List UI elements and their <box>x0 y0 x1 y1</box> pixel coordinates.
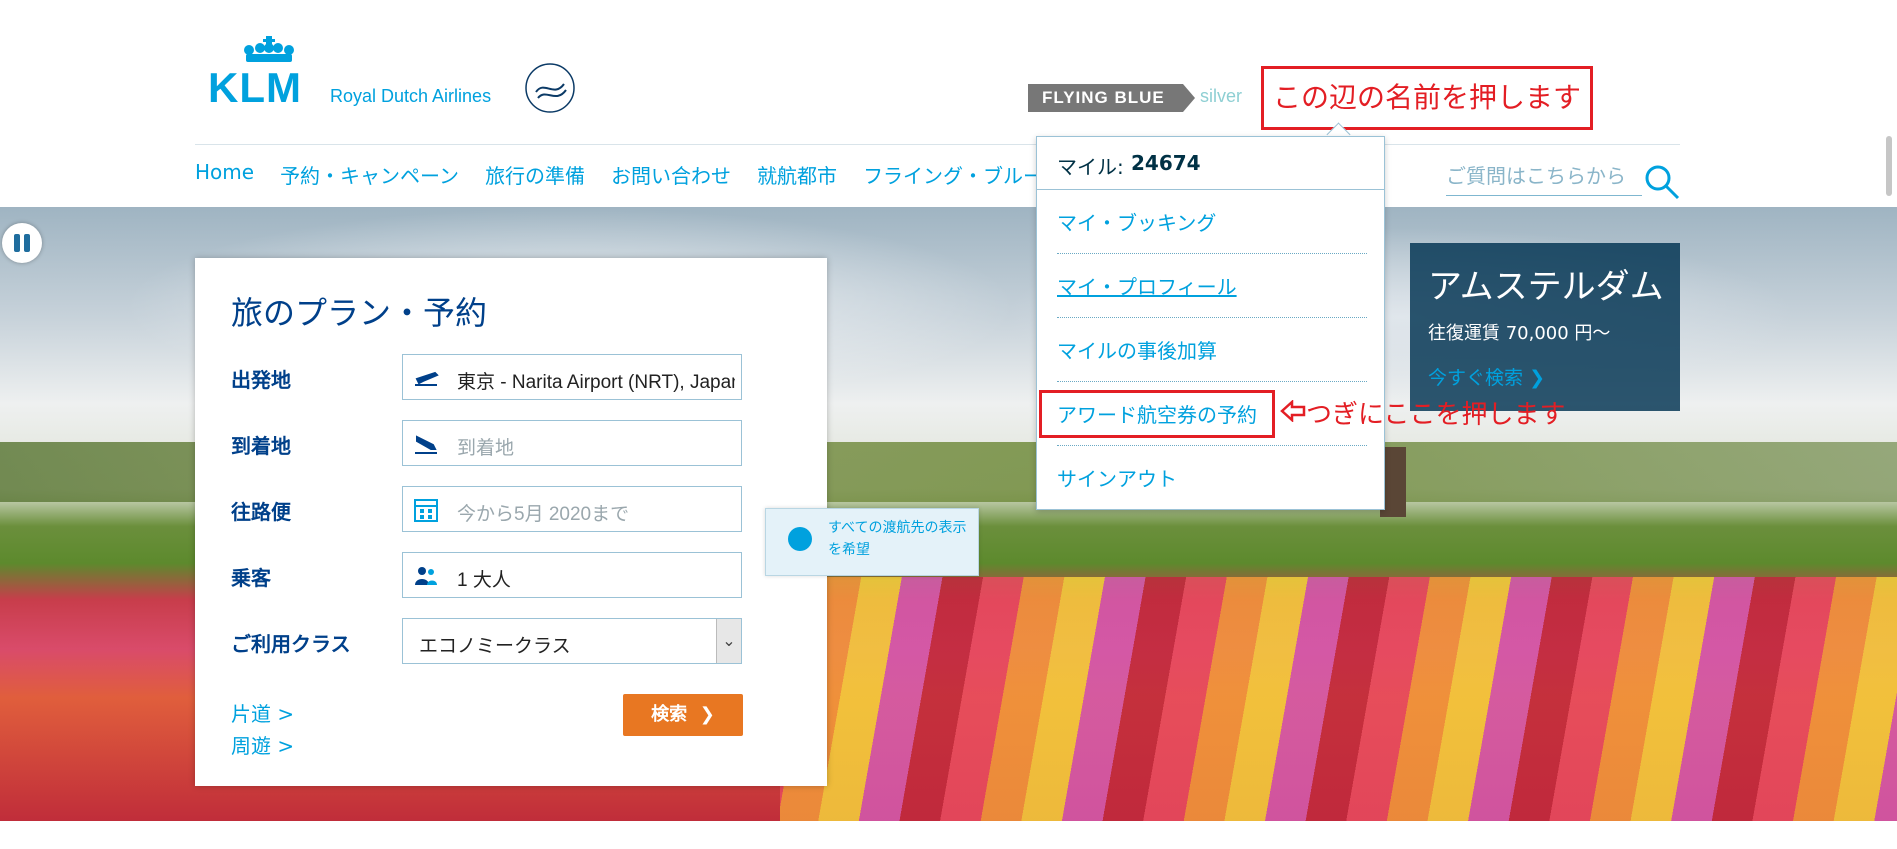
passengers-icon <box>415 567 437 585</box>
nav-home[interactable]: Home <box>195 160 254 189</box>
klm-logo[interactable]: KLM Royal Dutch Airlines <box>208 36 580 116</box>
klm-wordmark: KLM <box>208 64 302 111</box>
annotation-highlight-award <box>1039 390 1275 438</box>
annotation-click-name: この辺の名前を押します <box>1261 66 1593 130</box>
pause-button[interactable] <box>2 223 42 263</box>
passengers-label: 乗客 <box>231 566 271 590</box>
destination-placeholder: 到着地 <box>457 438 515 459</box>
flying-blue-badge: FLYING BLUE <box>1028 84 1195 112</box>
promo-card[interactable]: アムステルダム 往復運賃 70,000 円～ 今すぐ検索 ❯ <box>1410 243 1680 411</box>
destination-field[interactable]: 到着地 <box>402 420 742 466</box>
dates-placeholder: 今から5月 2020まで <box>457 504 630 525</box>
one-way-link[interactable]: 片道 > <box>231 698 294 727</box>
pause-icon <box>24 234 30 252</box>
multi-city-link[interactable]: 周遊 > <box>231 730 294 759</box>
miles-value: 24674 <box>1131 151 1201 175</box>
account-menu: マイル: 24674 マイ・ブッキング マイ・プロフィール マイルの事後加算 ア… <box>1036 136 1385 510</box>
nav-contact[interactable]: お問い合わせ <box>611 160 731 189</box>
header-divider <box>195 144 1680 145</box>
dates-label: 往路便 <box>231 500 291 524</box>
all-destinations-text: すべての渡航先の表示を希望 <box>828 520 967 558</box>
logo-subtitle: Royal Dutch Airlines <box>330 86 492 106</box>
tier-level: silver <box>1200 86 1243 106</box>
search-button[interactable]: 検索 ❯ <box>623 694 743 736</box>
booking-panel: 旅のプラン・予約 出発地 東京 - Narita Airport (NRT), … <box>195 258 979 786</box>
nav-booking[interactable]: 予約・キャンペーン <box>280 160 459 189</box>
tulip-field <box>780 577 1897 821</box>
nav-destinations[interactable]: 就航都市 <box>757 160 837 189</box>
menu-mileage-claim[interactable]: マイルの事後加算 <box>1057 335 1367 364</box>
promo-city: アムステルダム <box>1428 267 1664 307</box>
faq-search-input[interactable]: ご質問はこちらから <box>1446 160 1642 196</box>
origin-label: 出発地 <box>231 368 291 392</box>
nav-prepare[interactable]: 旅行の準備 <box>485 160 585 189</box>
menu-divider <box>1057 317 1367 318</box>
menu-divider <box>1057 445 1367 446</box>
crown-icon <box>244 36 294 62</box>
destination-label: 到着地 <box>231 434 291 458</box>
search-button-label: 検索 <box>651 704 688 725</box>
arrival-plane-icon <box>415 435 437 454</box>
origin-value: 東京 - Narita Airport (NRT), Japan <box>457 372 735 393</box>
scrollbar[interactable] <box>1886 136 1892 196</box>
departure-plane-icon <box>415 371 439 386</box>
menu-divider <box>1057 381 1367 382</box>
search-icon[interactable] <box>1644 164 1680 200</box>
promo-fare: 往復運賃 70,000 円～ <box>1428 323 1611 344</box>
class-value: エコノミークラス <box>419 636 571 657</box>
promo-cta-label: 今すぐ検索 <box>1428 367 1524 389</box>
all-destinations-card[interactable]: すべての渡航先の表示を希望 <box>765 508 979 576</box>
origin-field[interactable]: 東京 - Narita Airport (NRT), Japan <box>402 354 742 400</box>
miles-label: マイル: <box>1057 155 1124 179</box>
annotation-click-here: つぎにここを押します <box>1306 400 1566 430</box>
passengers-value: 1 大人 <box>457 570 511 591</box>
pause-icon <box>14 234 20 252</box>
main-nav: Home 予約・キャンペーン 旅行の準備 お問い合わせ 就航都市 フライング・ブ… <box>195 160 1043 189</box>
booking-title: 旅のプラン・予約 <box>231 294 488 332</box>
menu-sign-out[interactable]: サインアウト <box>1057 463 1367 492</box>
menu-my-booking[interactable]: マイ・ブッキング <box>1057 207 1367 236</box>
nav-flying-blue[interactable]: フライング・ブルー <box>863 160 1043 189</box>
dates-field[interactable]: 今から5月 2020まで <box>402 486 742 532</box>
menu-my-profile[interactable]: マイ・プロフィール <box>1057 271 1367 300</box>
chevron-right-icon: ❯ <box>1529 367 1545 389</box>
chevron-right-icon: ❯ <box>693 704 715 725</box>
promo-cta[interactable]: 今すぐ検索 ❯ <box>1428 363 1545 390</box>
class-label: ご利用クラス <box>231 632 351 656</box>
skyteam-icon <box>525 63 575 113</box>
globe-icon <box>788 527 812 551</box>
calendar-icon <box>414 499 438 522</box>
miles-row: マイル: 24674 <box>1037 137 1384 190</box>
class-select[interactable]: エコノミークラス ⌄ <box>402 618 742 664</box>
chevron-down-icon: ⌄ <box>716 619 741 663</box>
passengers-field[interactable]: 1 大人 <box>402 552 742 598</box>
menu-divider <box>1057 253 1367 254</box>
arrow-left-icon <box>1280 400 1306 422</box>
